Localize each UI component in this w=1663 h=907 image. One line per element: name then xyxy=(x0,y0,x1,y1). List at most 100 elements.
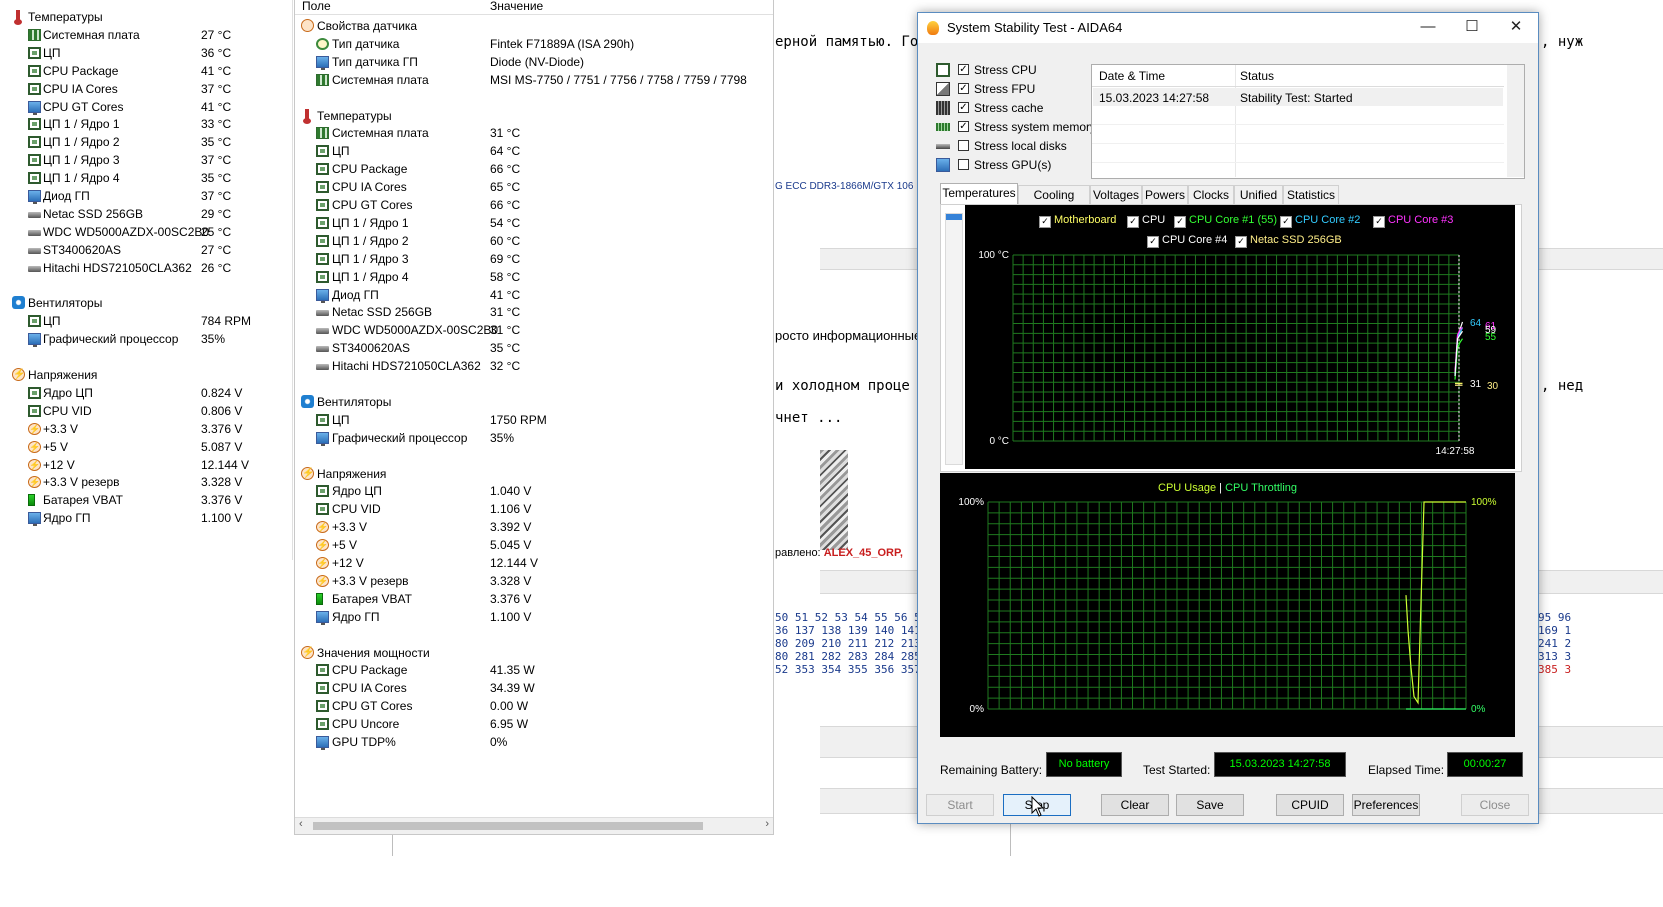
sensor-row[interactable]: Ядро ЦП 0.824 V xyxy=(0,384,290,402)
page-numbers-line[interactable]: 80 209 210 211 212 213 2 xyxy=(775,637,941,650)
scrollbar-thumb[interactable] xyxy=(313,822,703,830)
page-numbers-line[interactable]: 95 96 xyxy=(1538,611,1571,624)
sensor-selector-strip[interactable] xyxy=(945,213,963,465)
legend-checkbox[interactable]: ✓ xyxy=(1235,236,1247,248)
tab-clocks[interactable]: Clocks xyxy=(1188,185,1234,205)
sensor-row[interactable]: Диод ГП 41 °C xyxy=(295,286,765,304)
column-value-header[interactable]: Значение xyxy=(490,0,543,13)
sensor-row[interactable]: ЦП 1 / Ядро 1 54 °C xyxy=(295,214,765,232)
sensor-row[interactable]: Батарея VBAT 3.376 V xyxy=(295,590,765,608)
clear-button[interactable]: Clear xyxy=(1101,794,1169,816)
section-title[interactable]: Напряжения xyxy=(317,466,386,482)
sensor-row[interactable]: CPU IA Cores 37 °C xyxy=(0,80,290,98)
sensor-row[interactable]: Графический процессор 35% xyxy=(295,429,765,447)
legend-checkbox[interactable]: ✓ xyxy=(1039,216,1051,228)
sensor-row[interactable]: ⚡ +5 V 5.087 V xyxy=(0,438,290,456)
sensor-row[interactable]: ЦП 1 / Ядро 3 37 °C xyxy=(0,151,290,169)
sensor-row[interactable]: CPU GT Cores 66 °C xyxy=(295,196,765,214)
temperature-legend-item[interactable]: ✓ CPU Core #3 xyxy=(1373,214,1453,228)
sensor-row[interactable]: CPU VID 1.106 V xyxy=(295,500,765,518)
sensor-row[interactable]: Тип датчика ГП Diode (NV-Diode) xyxy=(295,53,765,71)
page-numbers-line[interactable]: 52 353 354 355 356 357 3 xyxy=(775,663,941,676)
legend-checkbox[interactable]: ✓ xyxy=(1174,216,1186,228)
sensor-row[interactable]: Системная плата MSI MS-7750 / 7751 / 7756… xyxy=(295,71,765,89)
start-button[interactable]: Start xyxy=(926,794,994,816)
sensor-row[interactable]: Системная плата 31 °C xyxy=(295,124,765,142)
stress-checkbox[interactable] xyxy=(958,159,969,170)
sensor-row[interactable]: ЦП 1750 RPM xyxy=(295,411,765,429)
page-number-links[interactable]: 50 51 52 53 54 55 56 57 5 36 137 138 139… xyxy=(775,611,941,676)
page-number-links-right[interactable]: 95 96 169 1 241 2 313 3 385 3 xyxy=(1538,611,1571,676)
sensor-row[interactable]: ⚡ +3.3 V 3.392 V xyxy=(295,518,765,536)
sensor-row[interactable]: Netac SSD 256GB 31 °C xyxy=(295,303,765,321)
scroll-left-arrow-icon[interactable]: ‹ xyxy=(299,818,303,830)
section-title[interactable]: Температуры xyxy=(317,108,392,124)
page-numbers-line[interactable]: 80 281 282 283 284 285 2 xyxy=(775,650,941,663)
sensor-row[interactable]: CPU Package 66 °C xyxy=(295,160,765,178)
tab-temperatures[interactable]: Temperatures xyxy=(940,183,1018,205)
stress-checkbox[interactable]: ✓ xyxy=(958,83,969,94)
sensor-row[interactable]: ЦП 64 °C xyxy=(295,142,765,160)
sensor-row[interactable]: Тип датчика Fintek F71889A (ISA 290h) xyxy=(295,35,765,53)
sensor-row[interactable]: ⚡ +5 V 5.045 V xyxy=(295,536,765,554)
stress-option[interactable]: ✓ Stress cache xyxy=(936,99,1096,118)
section-title[interactable]: Свойства датчика xyxy=(317,18,417,34)
stress-checkbox[interactable] xyxy=(958,140,969,151)
stress-option[interactable]: Stress local disks xyxy=(936,137,1096,156)
sensor-row[interactable]: ⚡ +3.3 V резерв 3.328 V xyxy=(295,572,765,590)
sensor-row[interactable]: WDC WD5000AZDX-00SC2B0 25 °C xyxy=(0,223,290,241)
cpuid-button[interactable]: CPUID xyxy=(1276,794,1344,816)
maximize-button[interactable]: ☐ xyxy=(1449,13,1495,43)
stress-option[interactable]: ✓ Stress system memory xyxy=(936,118,1096,137)
edited-by-user[interactable]: ALEX_45_ORP, xyxy=(824,547,903,559)
stress-option[interactable]: ✓ Stress FPU xyxy=(936,80,1096,99)
stress-checkbox[interactable]: ✓ xyxy=(958,64,969,75)
stress-checkbox[interactable]: ✓ xyxy=(958,121,969,132)
close-window-button[interactable]: ✕ xyxy=(1493,13,1539,43)
sensor-row[interactable]: Батарея VBAT 3.376 V xyxy=(0,491,290,509)
column-datetime-header[interactable]: Date & Time xyxy=(1099,69,1165,83)
preferences-button[interactable]: Preferences xyxy=(1352,794,1420,816)
sensor-row[interactable]: ЦП 1 / Ядро 1 33 °C xyxy=(0,115,290,133)
sensor-row[interactable]: CPU GT Cores 41 °C xyxy=(0,98,290,116)
legend-checkbox[interactable]: ✓ xyxy=(1280,216,1292,228)
legend-checkbox[interactable]: ✓ xyxy=(1147,236,1159,248)
sensor-row[interactable]: ЦП 784 RPM xyxy=(0,312,290,330)
scroll-right-arrow-icon[interactable]: › xyxy=(765,818,769,830)
sensor-row[interactable]: CPU Package 41.35 W xyxy=(295,661,765,679)
sensor-row[interactable]: ЦП 1 / Ядро 4 58 °C xyxy=(295,268,765,286)
sensor-row[interactable]: Ядро ГП 1.100 V xyxy=(295,608,765,626)
stress-option[interactable]: ✓ Stress CPU xyxy=(936,61,1096,80)
vertical-scrollbar[interactable] xyxy=(1507,65,1524,177)
sensor-row[interactable]: ЦП 1 / Ядро 2 60 °C xyxy=(295,232,765,250)
temperature-legend-item[interactable]: ✓ Netac SSD 256GB xyxy=(1235,234,1342,248)
sensor-row[interactable]: ST3400620AS 27 °C xyxy=(0,241,290,259)
minimize-button[interactable]: — xyxy=(1405,13,1451,43)
sensor-row[interactable]: GPU TDP% 0% xyxy=(295,733,765,751)
page-numbers-line[interactable]: 241 2 xyxy=(1538,637,1571,650)
sensor-row[interactable]: CPU Package 41 °C xyxy=(0,62,290,80)
title-bar[interactable]: System Stability Test - AIDA64 — ☐ ✕ xyxy=(918,13,1538,43)
temperature-legend-item[interactable]: ✓ CPU Core #2 xyxy=(1280,214,1360,228)
section-title[interactable]: Напряжения xyxy=(28,367,97,383)
sensor-row[interactable]: CPU IA Cores 65 °C xyxy=(295,178,765,196)
sensor-row[interactable]: ЦП 36 °C xyxy=(0,44,290,62)
sensor-row[interactable]: Системная плата 27 °C xyxy=(0,26,290,44)
page-numbers-line[interactable]: 313 3 xyxy=(1538,650,1571,663)
log-table[interactable]: Date & Time Status 15.03.2023 14:27:58 S… xyxy=(1091,64,1525,179)
page-numbers-line[interactable]: 50 51 52 53 54 55 56 57 5 xyxy=(775,611,941,624)
sensor-row[interactable]: CPU GT Cores 0.00 W xyxy=(295,697,765,715)
stress-checkbox[interactable]: ✓ xyxy=(958,102,969,113)
sensor-row[interactable]: ⚡ +12 V 12.144 V xyxy=(0,456,290,474)
tab-voltages[interactable]: Voltages xyxy=(1090,185,1142,205)
stress-option[interactable]: Stress GPU(s) xyxy=(936,156,1096,175)
horizontal-scrollbar[interactable]: ‹ › xyxy=(295,817,773,834)
sensor-row[interactable]: Ядро ГП 1.100 V xyxy=(0,509,290,527)
sensor-row[interactable]: ⚡ +3.3 V 3.376 V xyxy=(0,420,290,438)
temperature-legend-item[interactable]: ✓ CPU Core #1 (55) xyxy=(1174,214,1277,228)
sensor-row[interactable]: Hitachi HDS721050CLA362 32 °C xyxy=(295,357,765,375)
sensor-row[interactable]: CPU VID 0.806 V xyxy=(0,402,290,420)
section-title[interactable]: Вентиляторы xyxy=(28,295,102,311)
sensor-row[interactable]: ⚡ +12 V 12.144 V xyxy=(295,554,765,572)
tab-powers[interactable]: Powers xyxy=(1142,185,1188,205)
